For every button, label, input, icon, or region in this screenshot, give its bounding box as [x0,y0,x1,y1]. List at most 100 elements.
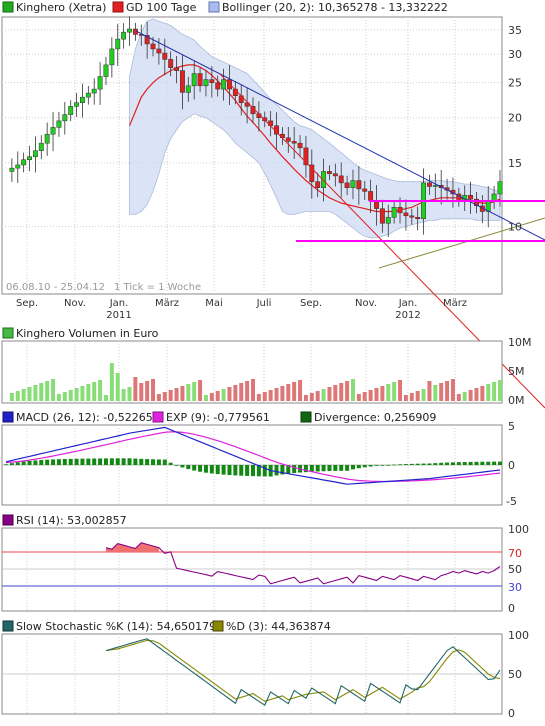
volume-bar [251,379,255,401]
stoch-tick-0: 0 [508,707,515,720]
candle-down [332,173,338,177]
volume-bar [350,379,355,401]
legend-swatch-gd100 [112,1,124,13]
rsi-tick-70: 70 [508,547,522,560]
price-y-tick: 10 [508,220,522,233]
candle-down [415,217,421,220]
year-label: 2011 [106,310,131,321]
macd-hist-bar [439,462,444,465]
vol-tick-5m: 5M [508,365,525,378]
candle-down [379,208,385,224]
volume-bar [333,385,338,401]
rsi-panel: RSI (14): 53,002857 100 70 50 30 0 [1,514,529,615]
macd-hist-bar [33,460,38,465]
macd-hist-bar [403,464,408,465]
volume-bar [292,382,297,401]
macd-hist-bar [74,458,79,465]
macd-hist-bar [309,465,314,472]
macd-hist-bar [227,465,232,476]
volume-bar [168,390,173,401]
volume-bar [145,381,150,401]
macd-hist-bar [292,465,297,474]
macd-tick-0: 0 [508,459,515,472]
macd-hist-bar [398,464,403,466]
candle-down [315,181,321,188]
stoch-tick-100: 100 [508,629,529,642]
macd-hist-bar [456,462,461,465]
macd-hist-bar [9,463,14,465]
candle-down [179,70,185,93]
candle-up [91,88,97,94]
year-label: 2012 [395,310,420,321]
candle-down [368,191,374,201]
price-y-tick: 25 [508,77,522,90]
volume-bar [415,391,420,401]
volume-bar [27,387,32,401]
macd-hist-bar [92,458,97,465]
price-x-axis: Sep. Nov. Jan. März Mai Juli Sep. Nov. Jan. März 2… [16,298,467,321]
volume-bar [474,388,479,401]
macd-hist-bar [362,465,367,468]
volume-bar [486,384,491,401]
candle-up [103,64,109,77]
volume-bar [445,381,450,401]
candle-up [44,133,50,144]
macd-hist-bar [368,465,373,467]
volume-bar [256,394,261,401]
macd-hist-bar [409,463,414,465]
volume-bar [309,393,314,401]
price-x-tick: Nov. [355,298,377,309]
macd-hist-bar [62,459,67,465]
volume-bar [174,388,179,401]
macd-hist-bar [86,458,91,465]
price-x-tick: Nov. [64,298,86,309]
candle-down [291,141,297,144]
legend-swatch-stoch-k [2,620,14,632]
macd-hist-bar [180,465,185,468]
candle-up [38,142,44,151]
volume-bar [186,384,191,401]
price-x-tick: Mai [205,298,223,309]
vol-tick-10m: 10M [508,336,532,349]
volume-bar [21,389,26,401]
price-y-tick: 15 [508,157,522,170]
macd-hist-bar [15,462,20,465]
volume-bar [421,389,426,401]
price-x-tick: Jan. [398,298,418,309]
volume-bar [480,386,485,401]
volume-bar [180,386,185,401]
volume-bar [245,381,250,401]
candle-down [468,194,474,200]
macd-hist-bar [251,465,255,477]
candle-up [121,31,127,40]
chart-canvas: Kinghero (Xetra) GD 100 Tage Bollinger (… [1,1,545,720]
volume-bar [156,394,161,401]
macd-hist-bar [445,462,450,465]
legend-swatch-stoch-d [212,620,224,632]
volume-bar [403,395,408,401]
macd-hist-bar [215,465,220,475]
volume-bar [62,392,67,401]
macd-hist-bar [68,458,73,465]
macd-hist-bar [4,464,8,466]
macd-hist-bar [421,463,426,465]
macd-hist-bar [262,465,267,477]
macd-hist-bar [139,458,144,465]
candle-up [21,159,27,166]
macd-hist-bar [492,461,497,465]
volume-bar [215,391,220,401]
macd-hist-bar [103,458,108,465]
macd-hist-bar [274,465,279,476]
candle-up [62,114,68,122]
macd-hist-bar [233,465,238,476]
candle-down [209,79,215,83]
macd-hist-bar [56,459,61,465]
macd-hist-bar [186,465,191,470]
candle-down [356,180,362,190]
volume-bar [121,389,126,401]
macd-hist-bar [203,465,208,473]
candle-up [127,28,132,33]
volume-bar [86,384,91,401]
volume-bar [433,385,438,401]
legend-bollinger: Bollinger (20, 2): 10,365278 - 13,332222 [222,1,448,14]
